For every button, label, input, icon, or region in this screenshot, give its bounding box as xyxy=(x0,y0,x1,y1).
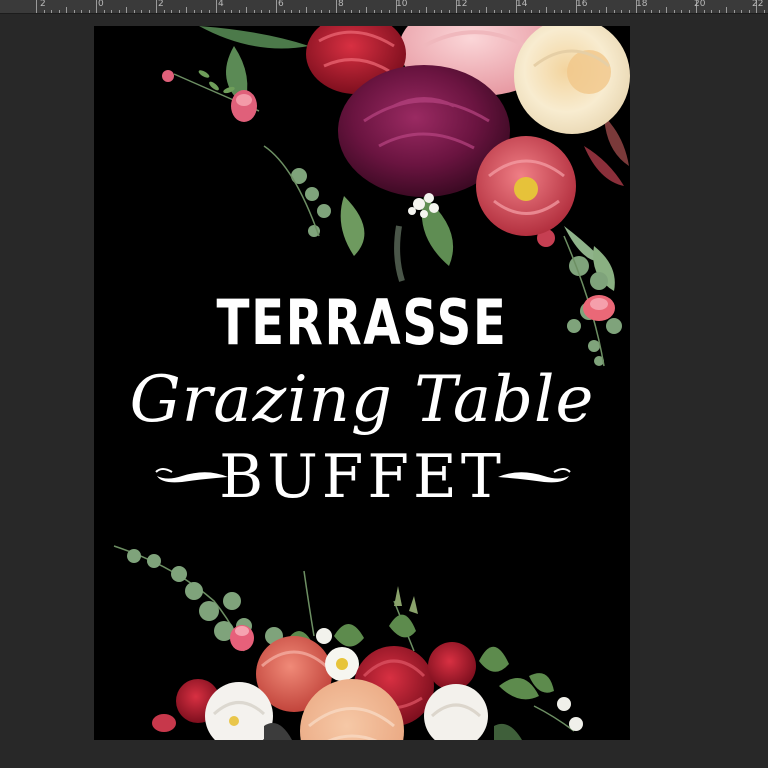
ruler-label: 22 xyxy=(752,0,764,9)
document-canvas[interactable]: TERRASSE Grazing Table BUFFET xyxy=(94,26,630,740)
ruler-label: 16 xyxy=(576,0,588,9)
bottom-bouquet xyxy=(113,545,583,740)
flourish-right-icon xyxy=(498,468,571,483)
script-title: Grazing Table xyxy=(129,363,595,437)
ruler-label: 20 xyxy=(694,0,706,9)
heading-terrasse: TERRASSE xyxy=(216,286,508,359)
ruler-label: 4 xyxy=(218,0,224,9)
ruler-label: 12 xyxy=(456,0,468,9)
horizontal-ruler[interactable]: 2 0 2 4 6 8 10 12 14 16 18 20 22 xyxy=(0,0,768,14)
ruler-label: 10 xyxy=(396,0,408,9)
ruler-label: 2 xyxy=(158,0,164,9)
ruler-label: 0 xyxy=(98,0,104,9)
ruler-label: 18 xyxy=(636,0,648,9)
ruler-label: 2 xyxy=(40,0,46,9)
ruler-label: 14 xyxy=(516,0,528,9)
buffet-line: BUFFET xyxy=(94,444,630,514)
ruler-ticks xyxy=(36,0,765,13)
ruler-label: 8 xyxy=(338,0,344,9)
ruler-label: 6 xyxy=(278,0,284,9)
